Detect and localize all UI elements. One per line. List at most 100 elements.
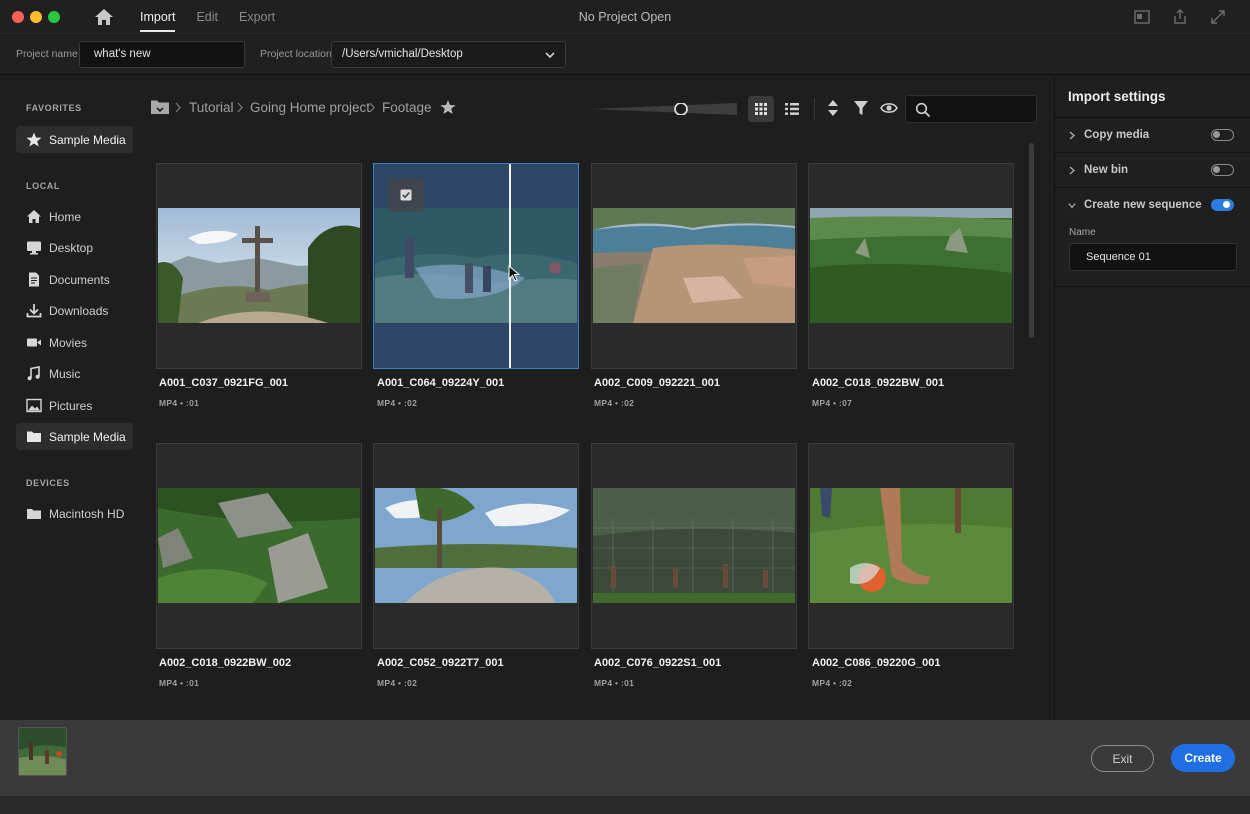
create-button[interactable]: Create [1171,744,1235,772]
selected-clip-thumbnail[interactable] [18,727,67,776]
new-bin-row[interactable]: New bin [1055,152,1250,187]
workspace-icon[interactable] [1133,8,1151,26]
sidebar-item-label: Desktop [49,241,94,255]
clip-name: A002_C009_092221_001 [594,377,721,389]
clip-card[interactable] [156,163,362,369]
grid-view-button[interactable] [748,96,774,122]
sidebar-item-favorite-sample-media[interactable]: Sample Media [16,126,133,153]
clip-card[interactable] [808,443,1014,649]
grid-icon [755,103,767,115]
search-input[interactable] [936,100,1032,118]
eye-icon[interactable] [880,99,898,117]
thumbnail-size-slider[interactable] [590,102,737,116]
toggle-knob [1213,131,1220,138]
sidebar-item-pictures[interactable]: Pictures [16,392,133,419]
devices-heading: DEVICES [26,478,70,488]
vertical-scrollbar[interactable] [1029,143,1034,338]
favorite-star-icon[interactable] [440,99,456,115]
sidebar-item-home[interactable]: Home [16,203,133,230]
fullscreen-icon[interactable] [1209,8,1227,26]
project-location-label: Project location [260,48,332,60]
filter-icon[interactable] [852,99,870,117]
chevron-down-icon [545,50,555,59]
clip-meta: MP4 • :01 [159,398,200,408]
sidebar-item-macintosh-hd[interactable]: Macintosh HD [16,500,133,527]
clip-name: A002_C018_0922BW_002 [159,657,292,669]
folder-browse-icon[interactable] [150,98,170,116]
selection-tray: Exit Create [0,720,1250,796]
drive-icon [26,506,42,521]
project-name-field[interactable]: what's new [79,41,245,68]
copy-media-row[interactable]: Copy media [1055,117,1250,152]
music-icon [26,366,42,381]
sidebar-item-movies[interactable]: Movies [16,329,133,356]
chevron-right-icon [1069,166,1076,175]
clip-meta: MP4 • :02 [594,398,635,408]
list-icon [785,103,799,115]
toolbar-divider [814,98,815,120]
home-icon[interactable] [93,7,115,27]
sidebar-item-desktop[interactable]: Desktop [16,234,133,261]
tab-export[interactable]: Export [239,0,275,34]
breadcrumb-footage[interactable]: Footage [382,100,432,115]
sidebar-item-label: Sample Media [49,133,126,147]
home-icon [26,209,42,224]
chevron-down-icon [1068,203,1076,209]
sidebar-item-downloads[interactable]: Downloads [16,297,133,324]
project-location-value: /Users/vmichal/Desktop [342,48,463,60]
sidebar-item-sample-media[interactable]: Sample Media [16,423,133,450]
share-icon[interactable] [1171,8,1189,26]
clip-card[interactable] [373,443,579,649]
panel-divider [1055,286,1250,287]
sidebar-item-documents[interactable]: Documents [16,266,133,293]
clip-card[interactable] [591,443,797,649]
sequence-name-field[interactable]: Sequence 01 [1069,243,1237,271]
clip-card[interactable] [156,443,362,649]
maximize-window-button[interactable] [48,11,60,23]
new-bin-toggle[interactable] [1211,164,1234,176]
clip-card[interactable] [591,163,797,369]
workspace-tabs: Import Edit Export [140,0,296,34]
search-box[interactable] [905,95,1037,123]
breadcrumb-going-home-project[interactable]: Going Home project [250,100,370,115]
copy-media-label: Copy media [1084,129,1150,141]
sidebar-item-label: Downloads [49,304,109,318]
sidebar-item-label: Documents [49,273,110,287]
copy-media-toggle[interactable] [1211,129,1234,141]
clip-name: A001_C037_0921FG_001 [159,377,289,389]
media-browser: Tutorial Going Home project Footage A001… [142,76,1053,720]
download-icon [26,303,42,318]
sidebar-item-label: Macintosh HD [49,507,125,521]
project-name-label: Project name [16,48,78,60]
breadcrumb-tutorial[interactable]: Tutorial [189,100,234,115]
list-view-button[interactable] [779,96,805,122]
create-sequence-row[interactable]: Create new sequence [1055,187,1250,222]
clip-thumbnail [375,488,577,603]
clip-name: A002_C018_0922BW_001 [812,377,945,389]
project-location-select[interactable]: /Users/vmichal/Desktop [331,41,566,68]
clip-meta: MP4 • :01 [594,678,635,688]
clip-thumbnail [593,208,795,323]
clip-thumbnail [158,488,360,603]
exit-button[interactable]: Exit [1091,745,1154,772]
clip-meta: MP4 • :02 [812,678,853,688]
import-settings-title: Import settings [1068,89,1166,104]
chevron-right-icon [175,102,181,113]
minimize-window-button[interactable] [30,11,42,23]
clip-card-selected[interactable] [373,163,579,369]
tab-edit[interactable]: Edit [196,0,218,34]
sort-icon[interactable] [824,99,842,117]
sidebar-item-label: Home [49,210,82,224]
favorites-heading: FAVORITES [26,103,82,113]
tab-import[interactable]: Import [140,0,176,34]
close-window-button[interactable] [12,11,24,23]
clip-card[interactable] [808,163,1014,369]
chevron-right-icon [369,102,375,113]
create-sequence-toggle[interactable] [1211,199,1234,211]
search-icon [915,102,931,118]
clip-checkbox[interactable] [388,178,424,212]
sidebar: FAVORITES Sample Media LOCAL Home Deskto… [0,76,142,720]
sequence-name-label: Name [1069,227,1096,238]
sidebar-item-music[interactable]: Music [16,360,133,387]
clip-name: A002_C052_0922T7_001 [377,657,504,669]
